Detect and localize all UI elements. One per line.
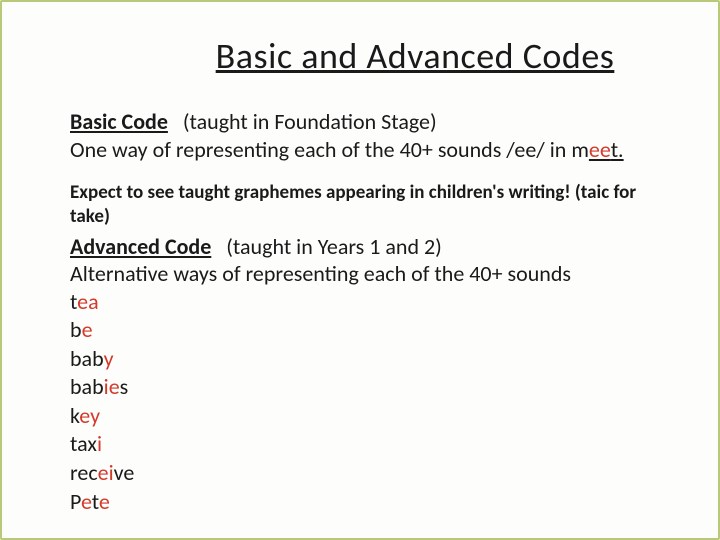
- slide-title: Basic and Advanced Codes: [150, 34, 680, 78]
- word-item: babies: [70, 373, 680, 402]
- basic-code-line: Basic Code (taught in Foundation Stage): [70, 108, 680, 136]
- advanced-code-heading: Advanced Code: [70, 233, 211, 260]
- basic-desc-pre: One way of representing each of the 40+ …: [70, 136, 589, 163]
- basic-code-taught: (taught in Foundation Stage): [183, 108, 437, 135]
- word-item: tea: [70, 288, 680, 317]
- advanced-code-taught: (taught in Years 1 and 2): [226, 233, 442, 260]
- slide-body: Basic Code (taught in Foundation Stage) …: [70, 108, 680, 516]
- basic-desc-highlight: ee: [589, 136, 611, 163]
- advanced-code-line: Advanced Code (taught in Years 1 and 2): [70, 233, 680, 261]
- word-item: Pete: [70, 488, 680, 517]
- expect-note: Expect to see taught graphemes appearing…: [70, 181, 680, 229]
- word-item: receive: [70, 459, 680, 488]
- word-list: teabebabybabieskeytaxireceivePete: [70, 288, 680, 517]
- advanced-code-desc: Alternative ways of representing each of…: [70, 260, 680, 288]
- word-item: baby: [70, 345, 680, 374]
- word-item: key: [70, 402, 680, 431]
- word-item: be: [70, 316, 680, 345]
- basic-code-heading: Basic Code: [70, 108, 168, 135]
- slide-frame: Basic and Advanced Codes Basic Code (tau…: [0, 0, 720, 540]
- word-item: taxi: [70, 430, 680, 459]
- basic-code-desc: One way of representing each of the 40+ …: [70, 136, 680, 164]
- basic-desc-post: t.: [611, 136, 624, 163]
